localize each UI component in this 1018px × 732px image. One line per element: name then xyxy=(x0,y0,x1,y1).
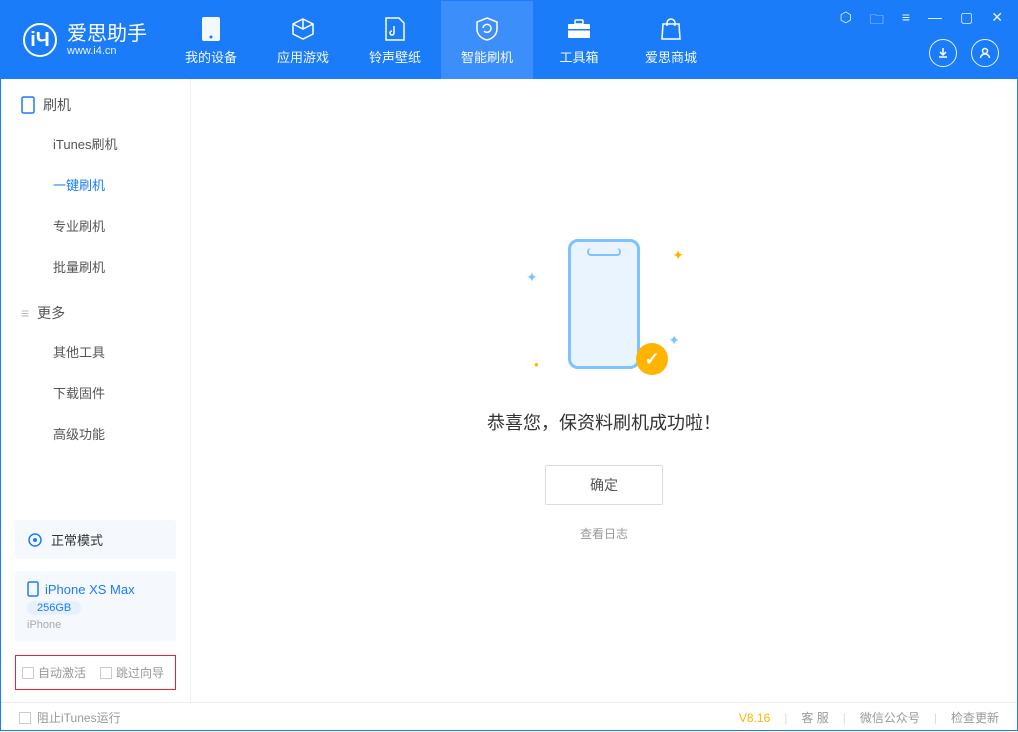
tab-label: 智能刷机 xyxy=(461,47,513,66)
sidebar-section-more: ≡ 更多 xyxy=(1,287,190,331)
sparkle-icon: ✦ xyxy=(672,247,684,264)
user-icon xyxy=(978,46,992,60)
phone-small-icon xyxy=(27,581,39,597)
tab-ringtone-wallpaper[interactable]: 铃声壁纸 xyxy=(349,1,441,79)
lock-icon[interactable]: 🗀 xyxy=(866,7,888,35)
footer-right: V8.16 | 客 服 | 微信公众号 | 检查更新 xyxy=(739,709,999,726)
sidebar-item-download-firmware[interactable]: 下载固件 xyxy=(1,372,190,413)
checkbox-block-itunes[interactable]: 阻止iTunes运行 xyxy=(19,709,121,726)
shield-refresh-icon xyxy=(473,15,501,43)
tab-apps-games[interactable]: 应用游戏 xyxy=(257,1,349,79)
sidebar-item-advanced[interactable]: 高级功能 xyxy=(1,413,190,454)
shirt-icon[interactable]: ⬡ xyxy=(836,7,856,35)
tab-toolbox[interactable]: 工具箱 xyxy=(533,1,625,79)
maximize-button[interactable]: ▢ xyxy=(956,7,977,35)
checkbox-icon xyxy=(100,667,112,679)
list-icon: ≡ xyxy=(21,305,29,321)
view-log-link[interactable]: 查看日志 xyxy=(580,525,628,542)
flash-options-highlighted: 自动激活 跳过向导 xyxy=(15,655,176,690)
sparkle-icon: ✦ xyxy=(526,269,538,286)
tab-label: 铃声壁纸 xyxy=(369,47,421,66)
tab-my-device[interactable]: 我的设备 xyxy=(165,1,257,79)
tab-store[interactable]: 爱思商城 xyxy=(625,1,717,79)
sparkle-icon: ● xyxy=(534,360,539,369)
sidebar-item-other-tools[interactable]: 其他工具 xyxy=(1,331,190,372)
logo-area: iЧ 爱思助手 www.i4.cn xyxy=(1,1,165,79)
checkbox-icon xyxy=(19,712,31,724)
device-name: iPhone XS Max xyxy=(45,582,135,597)
close-button[interactable]: ✕ xyxy=(987,7,1007,35)
tab-label: 应用游戏 xyxy=(277,47,329,66)
device-info-card[interactable]: iPhone XS Max 256GB iPhone xyxy=(15,571,176,641)
body: 刷机 iTunes刷机 一键刷机 专业刷机 批量刷机 ≡ 更多 其他工具 下载固… xyxy=(1,79,1017,702)
window-controls: ⬡ 🗀 ≡ ― ▢ ✕ xyxy=(836,7,1007,35)
wechat-link[interactable]: 微信公众号 xyxy=(860,709,920,726)
device-type: iPhone xyxy=(27,619,61,631)
toolbox-icon xyxy=(565,15,593,43)
sidebar-item-itunes-flash[interactable]: iTunes刷机 xyxy=(1,123,190,164)
check-update-link[interactable]: 检查更新 xyxy=(951,709,999,726)
menu-icon[interactable]: ≡ xyxy=(898,7,914,35)
footer: 阻止iTunes运行 V8.16 | 客 服 | 微信公众号 | 检查更新 xyxy=(1,702,1017,732)
bag-icon xyxy=(657,15,685,43)
tab-smart-flash[interactable]: 智能刷机 xyxy=(441,1,533,79)
header: iЧ 爱思助手 www.i4.cn 我的设备 应用游戏 铃声壁纸 智能刷机 工具… xyxy=(1,1,1017,79)
sparkle-icon: ✦ xyxy=(668,332,680,349)
device-icon xyxy=(21,96,35,114)
success-illustration: ✦ ✦ ● ✦ ✓ xyxy=(544,239,664,389)
tab-label: 我的设备 xyxy=(185,47,237,66)
sidebar-item-batch-flash[interactable]: 批量刷机 xyxy=(1,246,190,287)
checkbox-icon xyxy=(22,667,34,679)
ok-button[interactable]: 确定 xyxy=(545,465,663,505)
sidebar-section-flash: 刷机 xyxy=(1,79,190,123)
sidebar-item-pro-flash[interactable]: 专业刷机 xyxy=(1,205,190,246)
sidebar: 刷机 iTunes刷机 一键刷机 专业刷机 批量刷机 ≡ 更多 其他工具 下载固… xyxy=(1,79,191,702)
device-mode-card[interactable]: 正常模式 xyxy=(15,520,176,559)
tab-label: 爱思商城 xyxy=(645,47,697,66)
minimize-button[interactable]: ― xyxy=(924,7,946,35)
download-button[interactable] xyxy=(929,39,957,67)
device-mode: 正常模式 xyxy=(51,530,103,549)
support-link[interactable]: 客 服 xyxy=(801,709,828,726)
device-capacity: 256GB xyxy=(27,601,81,615)
nav-tabs: 我的设备 应用游戏 铃声壁纸 智能刷机 工具箱 爱思商城 xyxy=(165,1,717,79)
check-badge-icon: ✓ xyxy=(636,343,668,375)
header-actions xyxy=(929,39,999,67)
main-content: ✦ ✦ ● ✦ ✓ 恭喜您，保资料刷机成功啦！ 确定 查看日志 xyxy=(191,79,1017,702)
tab-label: 工具箱 xyxy=(559,47,598,66)
checkbox-skip-guide[interactable]: 跳过向导 xyxy=(100,664,164,681)
phone-icon xyxy=(197,15,225,43)
cube-icon xyxy=(289,15,317,43)
checkbox-auto-activate[interactable]: 自动激活 xyxy=(22,664,86,681)
app-url: www.i4.cn xyxy=(67,45,147,57)
app-name: 爱思助手 xyxy=(67,23,147,45)
version-label: V8.16 xyxy=(739,711,770,725)
music-file-icon xyxy=(381,15,409,43)
status-dot-icon xyxy=(27,532,43,548)
result-title: 恭喜您，保资料刷机成功啦！ xyxy=(487,409,721,435)
phone-illustration-icon xyxy=(568,239,640,369)
download-icon xyxy=(936,46,950,60)
user-button[interactable] xyxy=(971,39,999,67)
logo-icon: iЧ xyxy=(23,23,57,57)
sidebar-item-oneclick-flash[interactable]: 一键刷机 xyxy=(1,164,190,205)
